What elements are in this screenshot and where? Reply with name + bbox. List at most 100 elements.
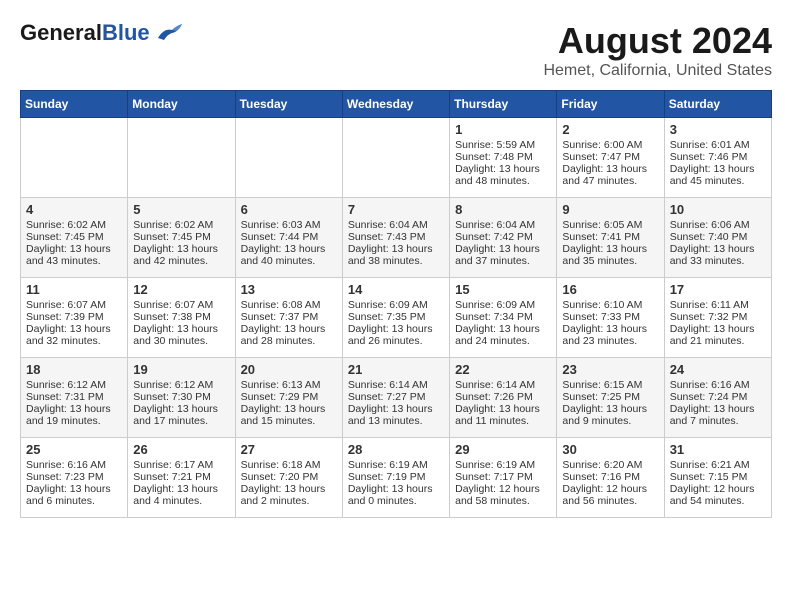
header-cell-monday: Monday	[128, 91, 235, 118]
calendar-week-5: 25Sunrise: 6:16 AMSunset: 7:23 PMDayligh…	[21, 438, 772, 518]
day-number: 16	[562, 282, 658, 297]
cell-text: and 42 minutes.	[133, 255, 229, 267]
cell-text: and 0 minutes.	[348, 495, 444, 507]
calendar-cell: 9Sunrise: 6:05 AMSunset: 7:41 PMDaylight…	[557, 198, 664, 278]
cell-text: Sunset: 7:39 PM	[26, 311, 122, 323]
cell-text: Daylight: 12 hours	[562, 483, 658, 495]
calendar-cell: 17Sunrise: 6:11 AMSunset: 7:32 PMDayligh…	[664, 278, 771, 358]
cell-text: and 43 minutes.	[26, 255, 122, 267]
cell-text: Daylight: 13 hours	[26, 323, 122, 335]
cell-text: and 24 minutes.	[455, 335, 551, 347]
cell-text: Sunset: 7:17 PM	[455, 471, 551, 483]
cell-text: Sunrise: 6:09 AM	[455, 299, 551, 311]
cell-text: Daylight: 12 hours	[670, 483, 766, 495]
calendar-cell: 26Sunrise: 6:17 AMSunset: 7:21 PMDayligh…	[128, 438, 235, 518]
day-number: 18	[26, 362, 122, 377]
calendar-cell: 1Sunrise: 5:59 AMSunset: 7:48 PMDaylight…	[450, 118, 557, 198]
day-number: 5	[133, 202, 229, 217]
cell-text: Daylight: 13 hours	[455, 323, 551, 335]
cell-text: Sunrise: 6:10 AM	[562, 299, 658, 311]
calendar-cell: 7Sunrise: 6:04 AMSunset: 7:43 PMDaylight…	[342, 198, 449, 278]
cell-text: Daylight: 13 hours	[26, 403, 122, 415]
header-cell-friday: Friday	[557, 91, 664, 118]
logo-text: GeneralBlue	[20, 20, 150, 46]
cell-text: Sunrise: 6:16 AM	[670, 379, 766, 391]
cell-text: Daylight: 13 hours	[133, 243, 229, 255]
calendar-cell: 27Sunrise: 6:18 AMSunset: 7:20 PMDayligh…	[235, 438, 342, 518]
cell-text: Sunrise: 6:04 AM	[455, 219, 551, 231]
header-cell-wednesday: Wednesday	[342, 91, 449, 118]
cell-text: and 2 minutes.	[241, 495, 337, 507]
calendar-cell: 11Sunrise: 6:07 AMSunset: 7:39 PMDayligh…	[21, 278, 128, 358]
day-number: 9	[562, 202, 658, 217]
day-number: 31	[670, 442, 766, 457]
day-number: 27	[241, 442, 337, 457]
cell-text: Sunset: 7:45 PM	[133, 231, 229, 243]
cell-text: Sunrise: 6:11 AM	[670, 299, 766, 311]
cell-text: Sunrise: 6:19 AM	[348, 459, 444, 471]
cell-text: and 9 minutes.	[562, 415, 658, 427]
main-title: August 2024	[543, 20, 772, 62]
day-number: 30	[562, 442, 658, 457]
calendar-cell: 31Sunrise: 6:21 AMSunset: 7:15 PMDayligh…	[664, 438, 771, 518]
cell-text: and 45 minutes.	[670, 175, 766, 187]
cell-text: Daylight: 13 hours	[670, 163, 766, 175]
logo-bird-icon	[156, 20, 184, 42]
cell-text: Daylight: 13 hours	[348, 483, 444, 495]
day-number: 17	[670, 282, 766, 297]
cell-text: Daylight: 13 hours	[133, 403, 229, 415]
cell-text: Daylight: 13 hours	[26, 243, 122, 255]
cell-text: Daylight: 13 hours	[562, 403, 658, 415]
cell-text: Sunset: 7:42 PM	[455, 231, 551, 243]
header-cell-sunday: Sunday	[21, 91, 128, 118]
cell-text: Daylight: 13 hours	[670, 243, 766, 255]
day-number: 6	[241, 202, 337, 217]
cell-text: Sunrise: 6:09 AM	[348, 299, 444, 311]
day-number: 23	[562, 362, 658, 377]
cell-text: Sunset: 7:35 PM	[348, 311, 444, 323]
cell-text: and 40 minutes.	[241, 255, 337, 267]
calendar-cell: 30Sunrise: 6:20 AMSunset: 7:16 PMDayligh…	[557, 438, 664, 518]
cell-text: Sunrise: 6:13 AM	[241, 379, 337, 391]
cell-text: Sunset: 7:34 PM	[455, 311, 551, 323]
calendar-cell: 4Sunrise: 6:02 AMSunset: 7:45 PMDaylight…	[21, 198, 128, 278]
cell-text: and 30 minutes.	[133, 335, 229, 347]
cell-text: and 6 minutes.	[26, 495, 122, 507]
cell-text: Sunset: 7:25 PM	[562, 391, 658, 403]
cell-text: Sunrise: 6:01 AM	[670, 139, 766, 151]
cell-text: Sunset: 7:38 PM	[133, 311, 229, 323]
cell-text: Sunset: 7:23 PM	[26, 471, 122, 483]
subtitle: Hemet, California, United States	[543, 62, 772, 80]
cell-text: Sunset: 7:26 PM	[455, 391, 551, 403]
day-number: 20	[241, 362, 337, 377]
cell-text: Sunset: 7:43 PM	[348, 231, 444, 243]
cell-text: Daylight: 13 hours	[670, 323, 766, 335]
cell-text: Daylight: 13 hours	[455, 403, 551, 415]
calendar-cell: 29Sunrise: 6:19 AMSunset: 7:17 PMDayligh…	[450, 438, 557, 518]
day-number: 19	[133, 362, 229, 377]
calendar-week-3: 11Sunrise: 6:07 AMSunset: 7:39 PMDayligh…	[21, 278, 772, 358]
cell-text: and 26 minutes.	[348, 335, 444, 347]
calendar-cell: 25Sunrise: 6:16 AMSunset: 7:23 PMDayligh…	[21, 438, 128, 518]
cell-text: Sunrise: 6:05 AM	[562, 219, 658, 231]
calendar-cell: 3Sunrise: 6:01 AMSunset: 7:46 PMDaylight…	[664, 118, 771, 198]
cell-text: Sunset: 7:45 PM	[26, 231, 122, 243]
calendar-cell: 5Sunrise: 6:02 AMSunset: 7:45 PMDaylight…	[128, 198, 235, 278]
cell-text: Daylight: 13 hours	[348, 243, 444, 255]
cell-text: Sunset: 7:19 PM	[348, 471, 444, 483]
cell-text: Sunset: 7:29 PM	[241, 391, 337, 403]
day-number: 22	[455, 362, 551, 377]
cell-text: Sunrise: 6:04 AM	[348, 219, 444, 231]
calendar-cell	[342, 118, 449, 198]
cell-text: Daylight: 13 hours	[241, 483, 337, 495]
day-number: 14	[348, 282, 444, 297]
cell-text: Sunrise: 6:17 AM	[133, 459, 229, 471]
cell-text: Sunset: 7:47 PM	[562, 151, 658, 163]
cell-text: and 32 minutes.	[26, 335, 122, 347]
cell-text: and 35 minutes.	[562, 255, 658, 267]
calendar-header-row: SundayMondayTuesdayWednesdayThursdayFrid…	[21, 91, 772, 118]
calendar-cell: 8Sunrise: 6:04 AMSunset: 7:42 PMDaylight…	[450, 198, 557, 278]
calendar-week-4: 18Sunrise: 6:12 AMSunset: 7:31 PMDayligh…	[21, 358, 772, 438]
day-number: 4	[26, 202, 122, 217]
cell-text: Sunrise: 6:21 AM	[670, 459, 766, 471]
